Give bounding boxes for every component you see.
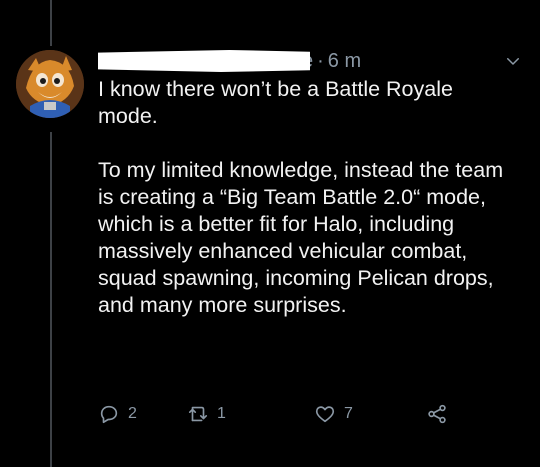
thread-line-bottom	[50, 132, 52, 467]
share-button[interactable]	[426, 403, 456, 425]
timestamp[interactable]: 6 m	[328, 50, 361, 73]
chevron-down-icon[interactable]	[504, 52, 522, 70]
heart-icon	[315, 406, 335, 423]
retweet-count: 1	[217, 405, 226, 422]
action-bar: 2 1 7	[98, 403, 458, 429]
tweet-text: I know there won’t be a Battle Royale mo…	[98, 77, 504, 317]
share-icon	[428, 404, 446, 424]
retweet-icon	[188, 406, 208, 422]
redacted-username	[98, 50, 310, 72]
reply-button[interactable]: 2	[98, 403, 137, 425]
thread-line-top	[50, 0, 52, 46]
like-count: 7	[344, 405, 353, 422]
like-button[interactable]: 7	[314, 403, 353, 425]
retweet-button[interactable]: 1	[187, 403, 226, 425]
reply-count: 2	[128, 405, 137, 422]
tweet-header: e · 6 m	[98, 48, 361, 74]
avatar[interactable]	[16, 50, 84, 118]
avatar-image	[16, 50, 84, 118]
reply-icon	[100, 405, 118, 424]
separator-dot: ·	[317, 49, 324, 72]
